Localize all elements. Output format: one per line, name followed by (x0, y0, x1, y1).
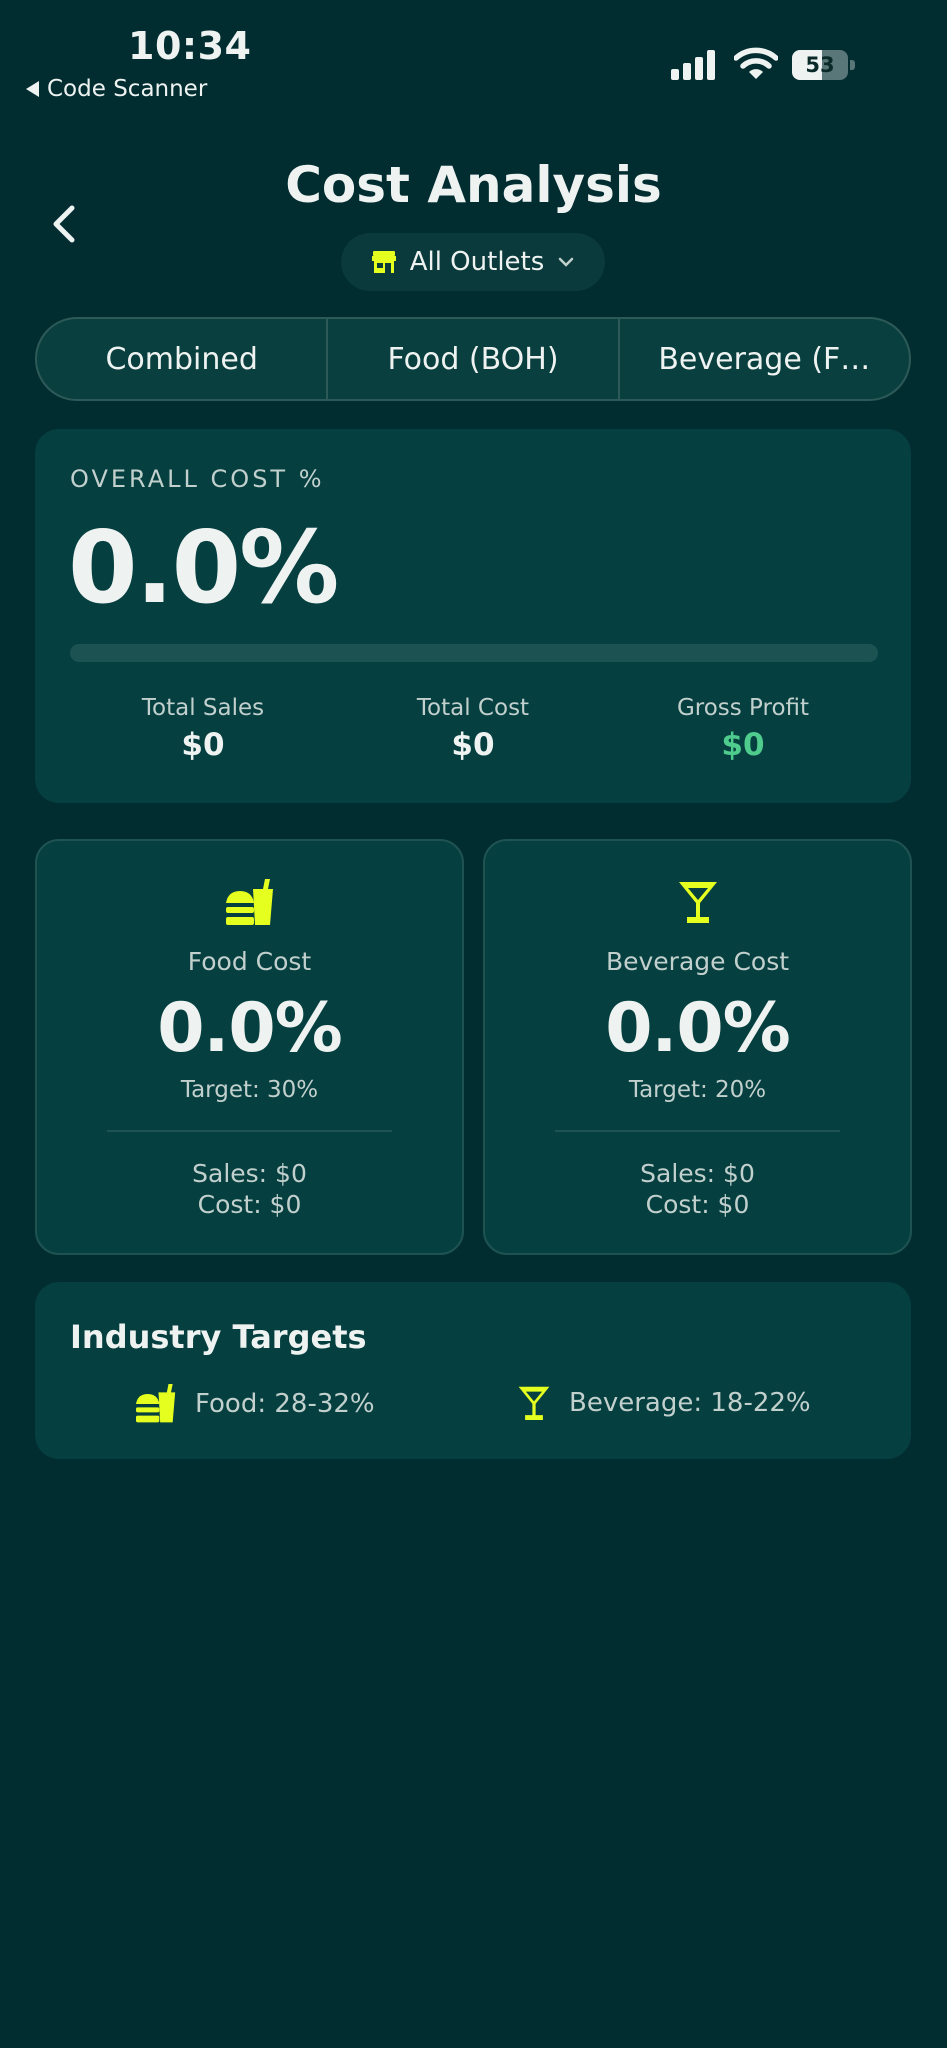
total-sales-label: Total Sales (141, 695, 265, 721)
battery-icon: 53 (792, 50, 856, 80)
total-sales-stat: Total Sales $0 (83, 695, 323, 763)
beverage-cost-value: 0.0% (605, 989, 791, 1068)
total-cost-label: Total Cost (416, 695, 530, 721)
wifi-icon (734, 47, 778, 79)
outlet-selector-label: All Outlets (409, 247, 545, 277)
gross-profit-value: $0 (721, 727, 765, 763)
overall-cost-card: OVERALL COST % 0.0% Total Sales $0 Total… (35, 429, 911, 803)
beverage-card-divider (555, 1130, 840, 1132)
beverage-target-item: Beverage: 18-22% (517, 1384, 811, 1422)
tab-combined[interactable]: Combined (37, 319, 326, 399)
beverage-cost-label: Beverage Cost (605, 947, 790, 976)
total-cost-stat: Total Cost $0 (353, 695, 593, 763)
overall-cost-value: 0.0% (68, 509, 339, 626)
gross-profit-stat: Gross Profit $0 (623, 695, 863, 763)
food-cost-value: 0.0% (157, 989, 343, 1068)
chevron-down-icon (559, 257, 574, 267)
food-cost-card[interactable]: Food Cost 0.0% Target: 30% Sales: $0 Cos… (35, 839, 464, 1255)
cocktail-icon (678, 882, 717, 923)
food-target-text: Food: 28-32% (195, 1389, 375, 1419)
gross-profit-label: Gross Profit (676, 695, 810, 721)
food-cost: Cost: $0 (197, 1190, 302, 1219)
industry-targets-title: Industry Targets (70, 1318, 367, 1356)
segment-tabs: Combined Food (BOH) Beverage (F… (35, 317, 911, 401)
battery-percent: 53 (805, 53, 835, 77)
fastfood-icon (136, 1384, 176, 1423)
back-app-label: Code Scanner (47, 76, 208, 102)
industry-targets-card: Industry Targets Food: 28-32% Beverage: … (35, 1282, 911, 1459)
outlet-selector-dropdown[interactable]: All Outlets (341, 233, 605, 291)
beverage-sales: Sales: $0 (640, 1159, 755, 1188)
cocktail-icon (518, 1386, 550, 1420)
food-target-item: Food: 28-32% (135, 1384, 375, 1424)
back-to-app-link[interactable]: Code Scanner (26, 76, 207, 102)
back-triangle-icon (26, 81, 39, 97)
status-time: 10:34 (128, 24, 252, 68)
food-card-divider (107, 1130, 392, 1132)
fastfood-icon (225, 879, 273, 925)
overall-cost-label: OVERALL COST % (70, 465, 325, 493)
tab-beverage[interactable]: Beverage (F… (617, 319, 909, 399)
beverage-cost-card[interactable]: Beverage Cost 0.0% Target: 20% Sales: $0… (483, 839, 912, 1255)
store-icon (371, 251, 396, 273)
beverage-cost: Cost: $0 (645, 1190, 750, 1219)
beverage-cost-target: Target: 20% (628, 1077, 767, 1103)
tab-food-boh[interactable]: Food (BOH) (326, 319, 617, 399)
overall-cost-progress-bar (70, 644, 878, 662)
beverage-target-text: Beverage: 18-22% (569, 1388, 811, 1418)
total-cost-value: $0 (451, 727, 495, 763)
total-sales-value: $0 (181, 727, 225, 763)
cellular-signal-icon (671, 50, 715, 80)
food-cost-target: Target: 30% (180, 1077, 319, 1103)
page-title: Cost Analysis (285, 156, 662, 214)
food-cost-label: Food Cost (187, 947, 312, 976)
food-sales: Sales: $0 (192, 1159, 307, 1188)
